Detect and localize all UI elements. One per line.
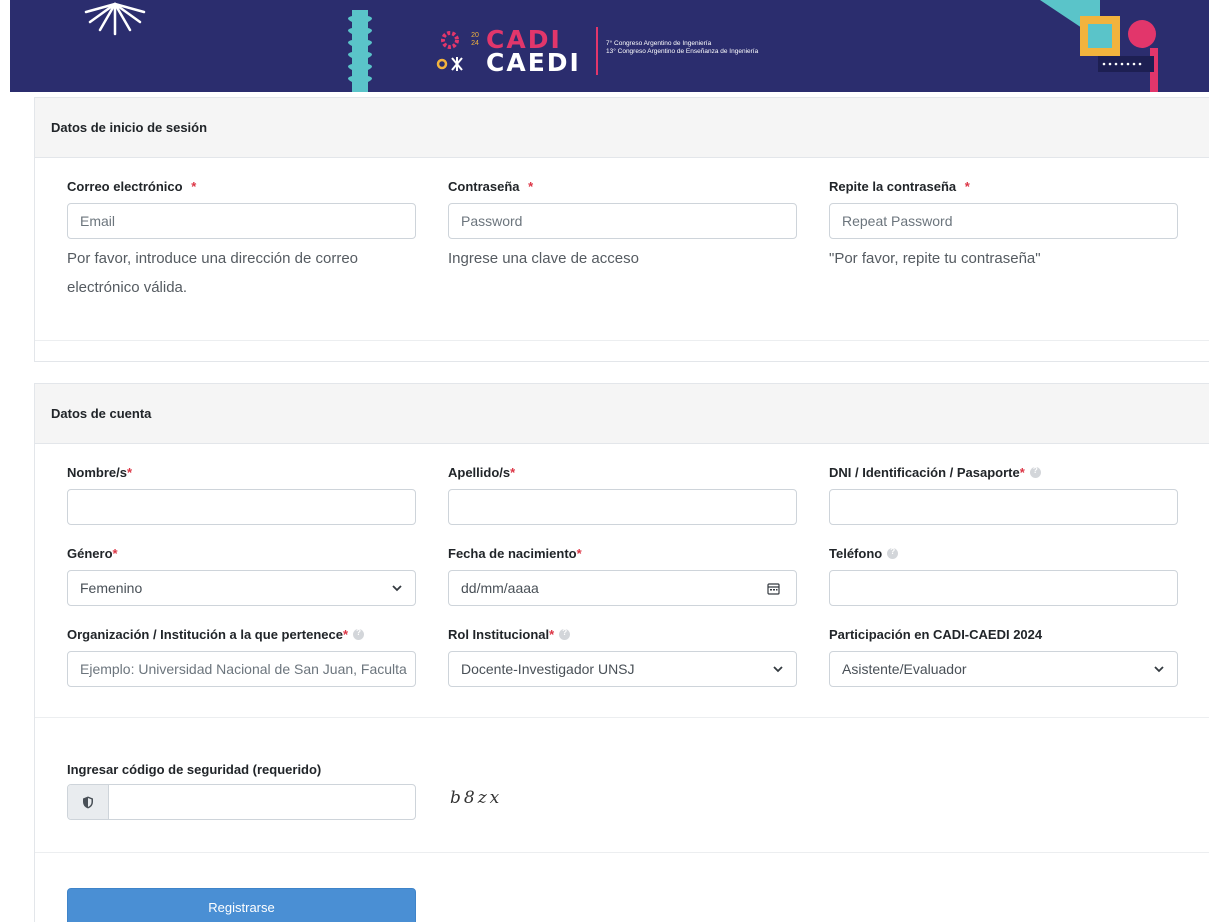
participation-select[interactable]: Asistente/Evaluador bbox=[829, 651, 1178, 687]
required-mark: * bbox=[964, 179, 970, 194]
birth-date-label: Fecha de nacimiento* bbox=[448, 546, 582, 561]
participation-label: Participación en CADI-CAEDI 2024 bbox=[829, 627, 1042, 642]
captcha-code: b8zx bbox=[450, 788, 502, 808]
captcha-divider bbox=[35, 852, 1209, 853]
required-mark: * bbox=[510, 465, 516, 480]
chevron-down-icon bbox=[1154, 666, 1164, 673]
email-hint: Por favor, introduce una dirección de co… bbox=[67, 250, 358, 296]
repeat-password-label: Repite la contraseña * bbox=[829, 179, 970, 194]
required-mark: * bbox=[112, 546, 118, 561]
email-field[interactable]: Email bbox=[67, 203, 416, 239]
required-mark: * bbox=[191, 179, 197, 194]
chevron-down-icon bbox=[392, 585, 402, 592]
gender-label: Género* bbox=[67, 546, 118, 561]
logo-divider bbox=[596, 27, 598, 75]
role-select[interactable]: Docente-Investigador UNSJ bbox=[448, 651, 797, 687]
phone-field[interactable] bbox=[829, 570, 1178, 606]
captcha-input-group bbox=[67, 784, 416, 820]
email-label-text: Correo electrónico bbox=[67, 179, 183, 194]
password-placeholder: Password bbox=[461, 213, 523, 229]
wave-decoration-icon bbox=[348, 10, 372, 92]
email-placeholder: Email bbox=[80, 213, 116, 229]
organization-field[interactable]: Ejemplo: Universidad Nacional de San Jua… bbox=[67, 651, 416, 687]
required-mark: * bbox=[576, 546, 582, 561]
help-icon[interactable] bbox=[559, 628, 571, 640]
logo-text-caedi: CAEDI bbox=[486, 48, 581, 77]
phone-label: Teléfono bbox=[829, 546, 899, 561]
congress-names: 7° Congreso Argentino de Ingeniería 13° … bbox=[606, 40, 758, 56]
last-name-label: Apellido/s* bbox=[448, 465, 515, 480]
required-mark: * bbox=[126, 465, 133, 480]
repeat-password-hint: "Por favor, repite tu contraseña" bbox=[829, 250, 1041, 267]
role-label-text: Rol Institucional bbox=[448, 627, 550, 642]
participation-label-text: Participación en CADI-CAEDI 2024 bbox=[829, 627, 1043, 642]
participation-selected-value: Asistente/Evaluador bbox=[842, 661, 967, 677]
logo-year: 20 24 bbox=[471, 32, 479, 47]
captcha-label: Ingresar código de seguridad (requerido) bbox=[67, 762, 322, 777]
required-mark: * bbox=[342, 627, 349, 642]
birth-date-field[interactable]: dd/mm/aaaa bbox=[448, 570, 797, 606]
account-data-title: Datos de cuenta bbox=[35, 384, 1209, 444]
required-mark: * bbox=[1019, 465, 1025, 480]
repeat-password-field[interactable]: Repeat Password bbox=[829, 203, 1178, 239]
last-name-label-text: Apellido/s bbox=[448, 465, 511, 480]
repeat-password-placeholder: Repeat Password bbox=[842, 213, 953, 229]
event-banner: 20 24 CADI CAEDI 7° Congreso Argentino d… bbox=[0, 0, 1209, 92]
organization-label: Organización / Institución a la que pert… bbox=[67, 627, 365, 642]
account-fields-divider bbox=[35, 717, 1209, 718]
help-icon[interactable] bbox=[887, 547, 899, 559]
password-hint: Ingrese una clave de acceso bbox=[448, 250, 639, 267]
dni-label-text: DNI / Identificación / Pasaporte bbox=[829, 465, 1020, 480]
register-button[interactable]: Registrarse bbox=[67, 888, 416, 922]
gender-label-text: Género bbox=[67, 546, 113, 561]
password-field[interactable]: Password bbox=[448, 203, 797, 239]
help-icon[interactable] bbox=[1029, 466, 1041, 478]
captcha-input[interactable] bbox=[109, 785, 415, 819]
chevron-down-icon bbox=[773, 666, 783, 673]
birth-date-label-text: Fecha de nacimiento bbox=[448, 546, 577, 561]
organization-label-text: Organización / Institución a la que pert… bbox=[67, 627, 343, 642]
captcha-addon bbox=[68, 785, 109, 819]
first-name-label-text: Nombre/s bbox=[67, 465, 127, 480]
dni-label: DNI / Identificación / Pasaporte* bbox=[829, 465, 1041, 480]
congress-line-2: 13° Congreso Argentino de Enseñanza de I… bbox=[606, 48, 759, 55]
first-name-field[interactable] bbox=[67, 489, 416, 525]
geometric-decoration-icon bbox=[1040, 0, 1158, 92]
login-card-divider bbox=[35, 340, 1209, 341]
gender-select[interactable]: Femenino bbox=[67, 570, 416, 606]
gender-selected-value: Femenino bbox=[80, 580, 143, 596]
required-mark: * bbox=[549, 627, 555, 642]
logo-gear-icon bbox=[436, 31, 463, 71]
phone-label-text: Teléfono bbox=[829, 546, 883, 561]
cadi-caedi-logo: 20 24 CADI CAEDI bbox=[428, 27, 588, 77]
captcha-code-text: b8zx bbox=[450, 788, 503, 808]
password-label-text: Contraseña bbox=[448, 179, 520, 194]
banner-background: 20 24 CADI CAEDI 7° Congreso Argentino d… bbox=[10, 0, 1209, 92]
calendar-icon[interactable] bbox=[767, 582, 780, 595]
organization-placeholder: Ejemplo: Universidad Nacional de San Jua… bbox=[80, 661, 407, 677]
dni-field[interactable] bbox=[829, 489, 1178, 525]
login-data-title: Datos de inicio de sesión bbox=[35, 98, 1209, 158]
help-icon[interactable] bbox=[353, 628, 365, 640]
birth-date-value: dd/mm/aaaa bbox=[461, 580, 539, 596]
first-name-label: Nombre/s* bbox=[67, 465, 132, 480]
congress-line-1: 7° Congreso Argentino de Ingeniería bbox=[606, 40, 712, 47]
sunburst-icon bbox=[84, 2, 146, 36]
password-label: Contraseña * bbox=[448, 179, 533, 194]
role-selected-value: Docente-Investigador UNSJ bbox=[461, 661, 635, 677]
email-label: Correo electrónico * bbox=[67, 179, 196, 194]
repeat-password-label-text: Repite la contraseña bbox=[829, 179, 957, 194]
shield-icon bbox=[83, 796, 93, 808]
role-label: Rol Institucional* bbox=[448, 627, 571, 642]
last-name-field[interactable] bbox=[448, 489, 797, 525]
required-mark: * bbox=[528, 179, 534, 194]
